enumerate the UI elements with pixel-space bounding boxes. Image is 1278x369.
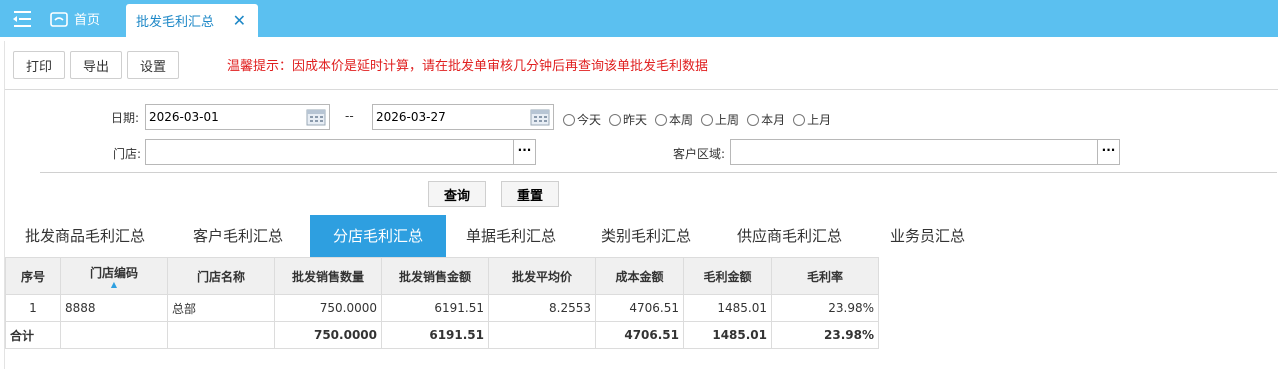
col-header[interactable]: 门店名称 (167, 257, 275, 295)
divider (5, 89, 1278, 90)
settings-button[interactable]: 设置 (127, 51, 180, 79)
content-frame: 打印 导出 设置 温馨提示：因成本价是延时计算，请在批发单审核几分钟后再查询该单… (4, 41, 1278, 369)
radio-circle-icon (701, 113, 714, 126)
close-icon[interactable]: ✕ (233, 11, 246, 30)
radio-this-week[interactable]: 本周 (655, 111, 693, 128)
col-header[interactable]: 批发销售数量 (274, 257, 382, 295)
query-button[interactable]: 查询 (428, 181, 486, 207)
col-header[interactable]: 毛利率 (771, 257, 879, 295)
cell: 6191.51 (381, 294, 489, 322)
cell: 6191.51 (381, 321, 489, 349)
reset-button[interactable]: 重置 (501, 181, 559, 207)
menu-toggle-icon[interactable] (8, 8, 36, 30)
cell: 23.98% (771, 321, 879, 349)
region-label: 客户区域: (673, 147, 726, 161)
table-header-row: 序号 门店编码 ▲ 门店名称 批发销售数量 批发销售金额 批发平均价 成本金额 毛… (5, 257, 879, 295)
cell: 23.98% (771, 294, 879, 322)
radio-circle-icon (609, 113, 622, 126)
col-header[interactable]: 批发销售金额 (381, 257, 489, 295)
cell (60, 321, 168, 349)
tab-document-profit[interactable]: 单据毛利汇总 (466, 215, 556, 257)
radio-label: 本月 (761, 113, 786, 127)
tab-customer-profit[interactable]: 客户毛利汇总 (193, 215, 283, 257)
radio-last-week[interactable]: 上周 (701, 111, 739, 128)
home-tab[interactable]: 首页 (50, 0, 100, 37)
total-row: 合计 750.0000 6191.51 4706.51 1485.01 23.9… (5, 321, 879, 349)
calendar-icon[interactable] (306, 108, 326, 126)
date-to-value: 2026-03-27 (376, 110, 446, 124)
date-label: 日期: (111, 111, 140, 125)
date-separator: -- (345, 109, 354, 123)
cell: 总部 (167, 294, 275, 322)
radio-label: 今天 (577, 113, 602, 127)
col-header-store-code[interactable]: 门店编码 ▲ (60, 257, 168, 295)
radio-last-month[interactable]: 上月 (793, 111, 831, 128)
radio-label: 昨天 (623, 113, 648, 127)
radio-label: 上月 (807, 113, 832, 127)
cell: 合计 (5, 321, 61, 349)
cell (167, 321, 275, 349)
radio-circle-icon (655, 113, 668, 126)
top-bar: 首页 批发毛利汇总 ✕ (0, 0, 1278, 37)
tab-product-profit[interactable]: 批发商品毛利汇总 (25, 215, 145, 257)
tab-category-profit[interactable]: 类别毛利汇总 (601, 215, 691, 257)
date-to-field[interactable]: 2026-03-27 (372, 104, 554, 130)
radio-label: 本周 (669, 113, 694, 127)
quick-range-group: 今天 昨天 本周 上周 本月 上月 (563, 111, 831, 128)
region-picker-button[interactable]: ··· (1097, 140, 1119, 164)
report-tabs: 批发商品毛利汇总 客户毛利汇总 分店毛利汇总 单据毛利汇总 类别毛利汇总 供应商… (5, 215, 1278, 257)
home-tab-label: 首页 (74, 13, 101, 28)
cell (488, 321, 596, 349)
col-header-label: 门店编码 (89, 265, 138, 280)
divider (40, 172, 1277, 173)
date-from-field[interactable]: 2026-03-01 (145, 104, 330, 130)
store-field[interactable]: ··· (145, 139, 536, 165)
tab-supplier-profit[interactable]: 供应商毛利汇总 (737, 215, 842, 257)
date-from-value: 2026-03-01 (149, 110, 219, 124)
col-header[interactable]: 毛利金额 (683, 257, 772, 295)
cell: 8888 (60, 294, 168, 322)
sort-asc-icon: ▲ (110, 279, 118, 289)
region-field[interactable]: ··· (730, 139, 1120, 165)
profit-table: 序号 门店编码 ▲ 门店名称 批发销售数量 批发销售金额 批发平均价 成本金额 毛… (5, 257, 879, 349)
radio-label: 上周 (715, 113, 740, 127)
notice-text: 温馨提示：因成本价是延时计算，请在批发单审核几分钟后再查询该单批发毛利数据 (227, 59, 709, 74)
col-header[interactable]: 成本金额 (595, 257, 684, 295)
store-label: 门店: (113, 147, 142, 161)
active-tab-label: 批发毛利汇总 (136, 15, 215, 30)
home-icon (50, 11, 68, 27)
cell: 1485.01 (683, 294, 772, 322)
cell: 4706.51 (595, 294, 684, 322)
cell: 750.0000 (274, 321, 382, 349)
radio-circle-icon (793, 113, 806, 126)
col-header[interactable]: 批发平均价 (488, 257, 596, 295)
cell: 1485.01 (683, 321, 772, 349)
store-picker-button[interactable]: ··· (513, 140, 535, 164)
radio-today[interactable]: 今天 (563, 111, 601, 128)
tab-wholesale-profit-summary[interactable]: 批发毛利汇总 ✕ (126, 4, 258, 37)
toolbar: 打印 导出 设置 (13, 51, 180, 81)
radio-yesterday[interactable]: 昨天 (609, 111, 647, 128)
export-button[interactable]: 导出 (70, 51, 123, 79)
tab-branch-profit[interactable]: 分店毛利汇总 (310, 215, 446, 257)
radio-this-month[interactable]: 本月 (747, 111, 785, 128)
radio-circle-icon (563, 113, 575, 126)
cell: 8.2553 (488, 294, 596, 322)
col-header[interactable]: 序号 (5, 257, 61, 295)
cell: 1 (5, 294, 61, 322)
calendar-icon[interactable] (530, 108, 550, 126)
radio-circle-icon (747, 113, 760, 126)
cell: 4706.51 (595, 321, 684, 349)
cell: 750.0000 (274, 294, 382, 322)
table-row[interactable]: 1 8888 总部 750.0000 6191.51 8.2553 4706.5… (5, 294, 879, 322)
print-button[interactable]: 打印 (13, 51, 66, 79)
tab-salesperson-summary[interactable]: 业务员汇总 (890, 215, 965, 257)
